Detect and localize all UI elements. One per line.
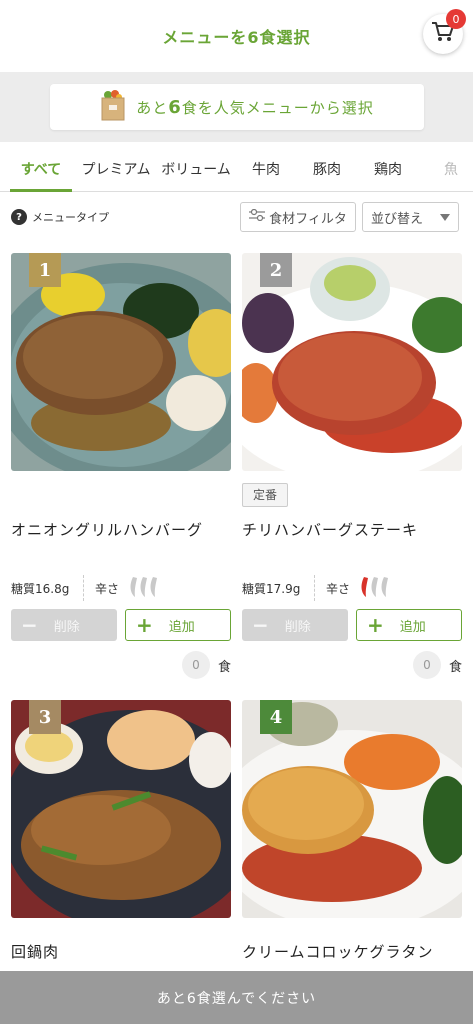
banner-suffix: 食を人気メニューから選択 — [181, 98, 374, 117]
ingredient-filter-button[interactable]: 食材フィルタ — [240, 202, 356, 232]
quantity-unit: 食 — [448, 659, 462, 675]
menu-photo[interactable]: 2 — [242, 253, 462, 471]
tab-fish[interactable]: 魚 — [436, 150, 466, 192]
menu-name[interactable]: クリームコロッケグラタン — [242, 941, 434, 962]
sort-dropdown[interactable]: 並び替え — [362, 202, 459, 232]
menu-name[interactable]: チリハンバーグステーキ — [242, 519, 418, 540]
rank-badge: 3 — [29, 700, 61, 734]
banner-prefix: あと — [136, 98, 169, 117]
rank-badge: 2 — [260, 253, 292, 287]
quantity-display: 0 食 — [412, 651, 462, 679]
delete-button[interactable]: − 削除 — [11, 609, 117, 641]
filter-sliders-icon — [249, 208, 266, 225]
delete-label: 削除 — [53, 619, 80, 635]
sugar-content: 糖質16.8g — [11, 582, 70, 596]
menu-card: 3 回鍋肉 — [11, 700, 231, 970]
banner-label: あと6食を人気メニューから選択 — [136, 97, 374, 118]
sugar-content: 糖質17.9g — [242, 582, 301, 596]
menu-type-label: メニュータイプ — [32, 211, 109, 224]
chili-pepper-icon — [358, 575, 392, 602]
filter-row: ? メニュータイプ 食材フィルタ 並び替え — [0, 200, 473, 234]
stats-divider — [83, 575, 84, 601]
menu-name[interactable]: オニオングリルハンバーグ — [11, 519, 203, 540]
plus-icon: + — [136, 613, 153, 637]
action-buttons: − 削除 + 追加 — [242, 609, 462, 641]
menu-type-help[interactable]: ? メニュータイプ — [11, 209, 109, 225]
stats-divider — [314, 575, 315, 601]
category-tabs: すべて プレミアム ボリューム 牛肉 豚肉 鶏肉 魚 — [0, 150, 473, 192]
tab-beef[interactable]: 牛肉 — [244, 150, 288, 192]
plus-icon: + — [367, 613, 384, 637]
menu-photo[interactable]: 1 — [11, 253, 231, 471]
menu-name[interactable]: 回鍋肉 — [11, 941, 59, 962]
question-icon: ? — [11, 209, 27, 225]
menu-photo[interactable]: 4 — [242, 700, 462, 918]
banner-count: 6 — [168, 96, 182, 118]
app-header: メニューを6食選択 0 — [0, 0, 473, 72]
spicy-label: 辛さ — [95, 582, 120, 596]
delete-label: 削除 — [284, 619, 311, 635]
standard-badge: 定番 — [242, 483, 289, 507]
tab-volume[interactable]: ボリューム — [158, 150, 234, 192]
add-label: 追加 — [168, 619, 195, 635]
menu-card: 4 クリームコロッケグラタン — [242, 700, 462, 970]
cart-count-badge: 0 — [446, 9, 466, 29]
action-buttons: − 削除 + 追加 — [11, 609, 231, 641]
chevron-down-icon — [440, 210, 450, 225]
cart-button[interactable]: 0 — [423, 9, 466, 54]
add-label: 追加 — [399, 619, 426, 635]
quantity-display: 0 食 — [181, 651, 231, 679]
tab-premium[interactable]: プレミアム — [76, 150, 156, 192]
page-title: メニューを6食選択 — [162, 28, 311, 47]
minus-icon: − — [252, 613, 269, 637]
sort-label: 並び替え — [371, 211, 424, 227]
quantity-count: 0 — [412, 651, 441, 679]
ingredient-filter-label: 食材フィルタ — [269, 211, 347, 227]
chili-pepper-icon — [127, 575, 161, 602]
tab-chicken[interactable]: 鶏肉 — [366, 150, 410, 192]
menu-card: 1 オニオングリルハンバーグ 糖質16.8g 辛さ − 削除 + 追加 0 食 — [11, 253, 231, 683]
menu-card: 2 定番 チリハンバーグステーキ 糖質17.9g 辛さ − 削除 + 追加 0 … — [242, 253, 462, 683]
rank-badge: 1 — [29, 253, 61, 287]
add-button[interactable]: + 追加 — [125, 609, 231, 641]
tab-pork[interactable]: 豚肉 — [305, 150, 349, 192]
popular-menu-banner[interactable]: あと6食を人気メニューから選択 — [50, 84, 424, 130]
add-button[interactable]: + 追加 — [356, 609, 462, 641]
proceed-button[interactable]: あと6食選んでください — [0, 971, 473, 1024]
tab-all[interactable]: すべて — [10, 150, 72, 192]
quantity-count: 0 — [181, 651, 210, 679]
menu-photo[interactable]: 3 — [11, 700, 231, 918]
delete-button[interactable]: − 削除 — [242, 609, 348, 641]
menu-stats: 糖質17.9g 辛さ — [242, 575, 462, 601]
grocery-bag-icon — [100, 89, 126, 125]
spicy-label: 辛さ — [326, 582, 351, 596]
rank-badge: 4 — [260, 700, 292, 734]
quantity-unit: 食 — [217, 659, 231, 675]
minus-icon: − — [21, 613, 38, 637]
menu-stats: 糖質16.8g 辛さ — [11, 575, 231, 601]
banner-area: あと6食を人気メニューから選択 — [0, 72, 473, 142]
